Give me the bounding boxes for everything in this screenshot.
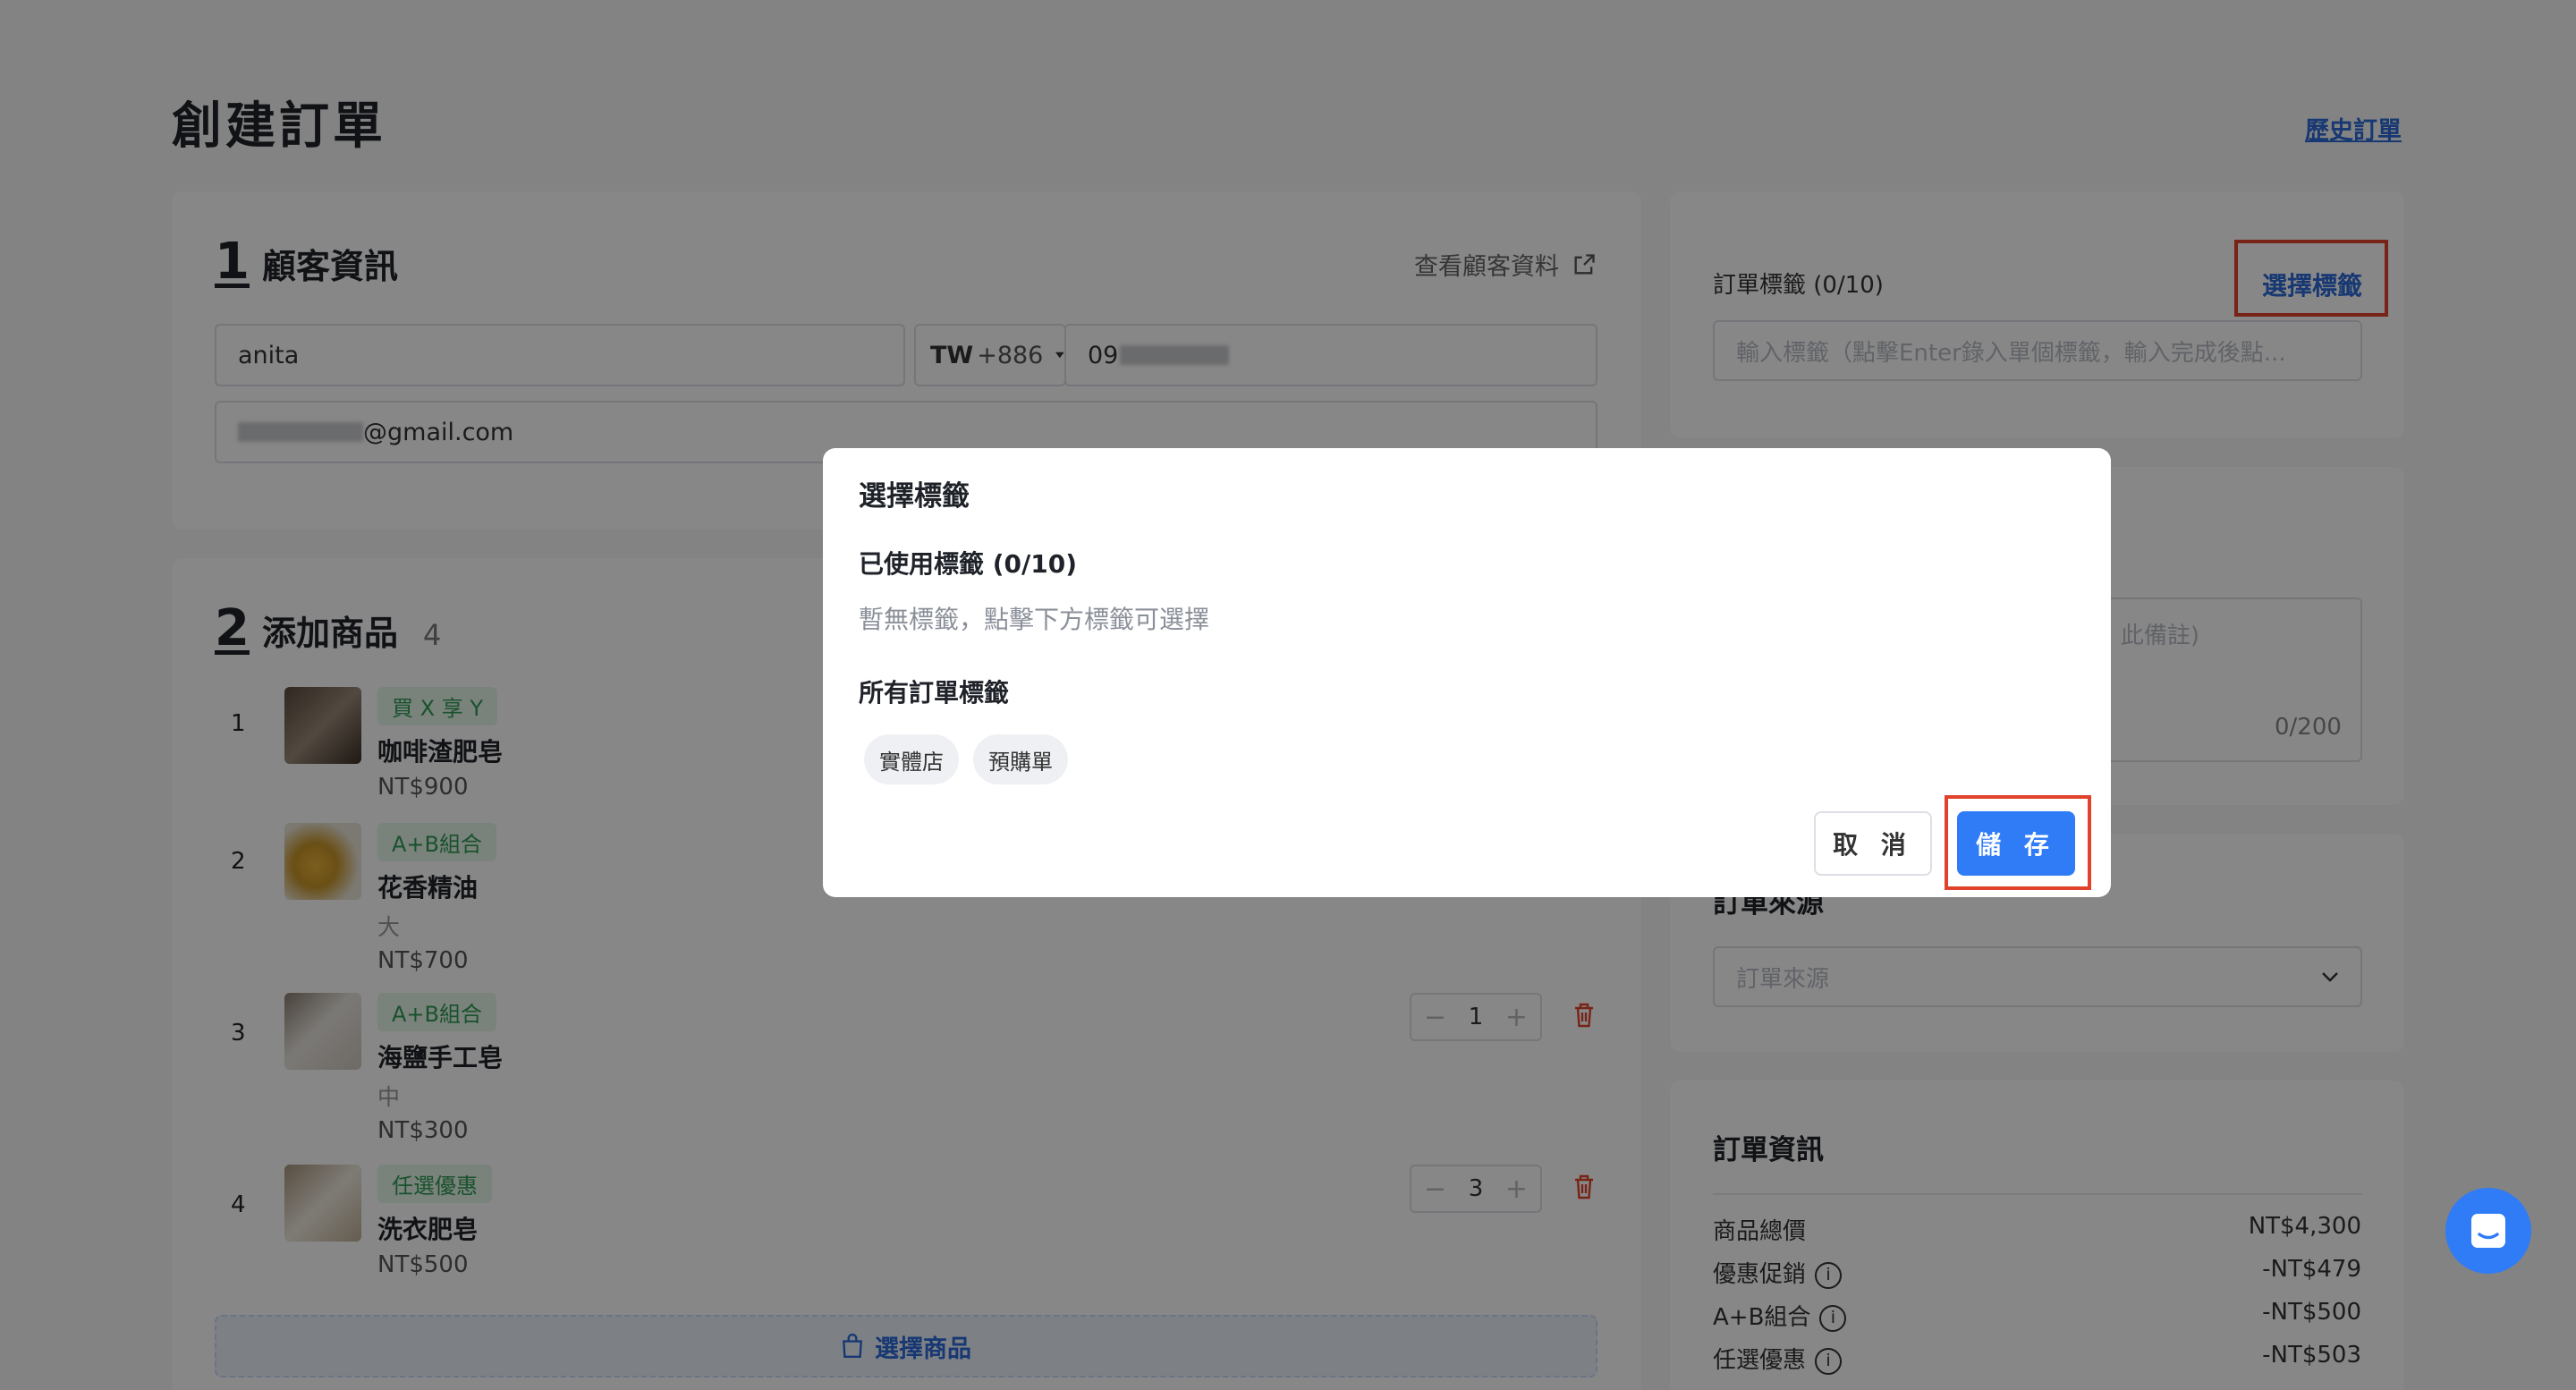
modal-title: 選擇標籤: [859, 480, 970, 513]
all-tags-label: 所有訂單標籤: [859, 678, 1010, 708]
empty-tags-hint: 暫無標籤，點擊下方標籤可選擇: [859, 605, 1210, 634]
chat-widget-button[interactable]: [2445, 1188, 2531, 1274]
tag-chip[interactable]: 實體店: [864, 734, 959, 784]
tag-chip[interactable]: 預購單: [973, 734, 1068, 784]
save-highlight: [1945, 795, 2091, 890]
select-tags-modal: 選擇標籤 已使用標籤 (0/10) 暫無標籤，點擊下方標籤可選擇 所有訂單標籤 …: [823, 448, 2111, 897]
chat-icon: [2471, 1214, 2505, 1248]
used-tags-label: 已使用標籤 (0/10): [859, 549, 1078, 579]
cancel-button[interactable]: 取 消: [1814, 811, 1932, 876]
